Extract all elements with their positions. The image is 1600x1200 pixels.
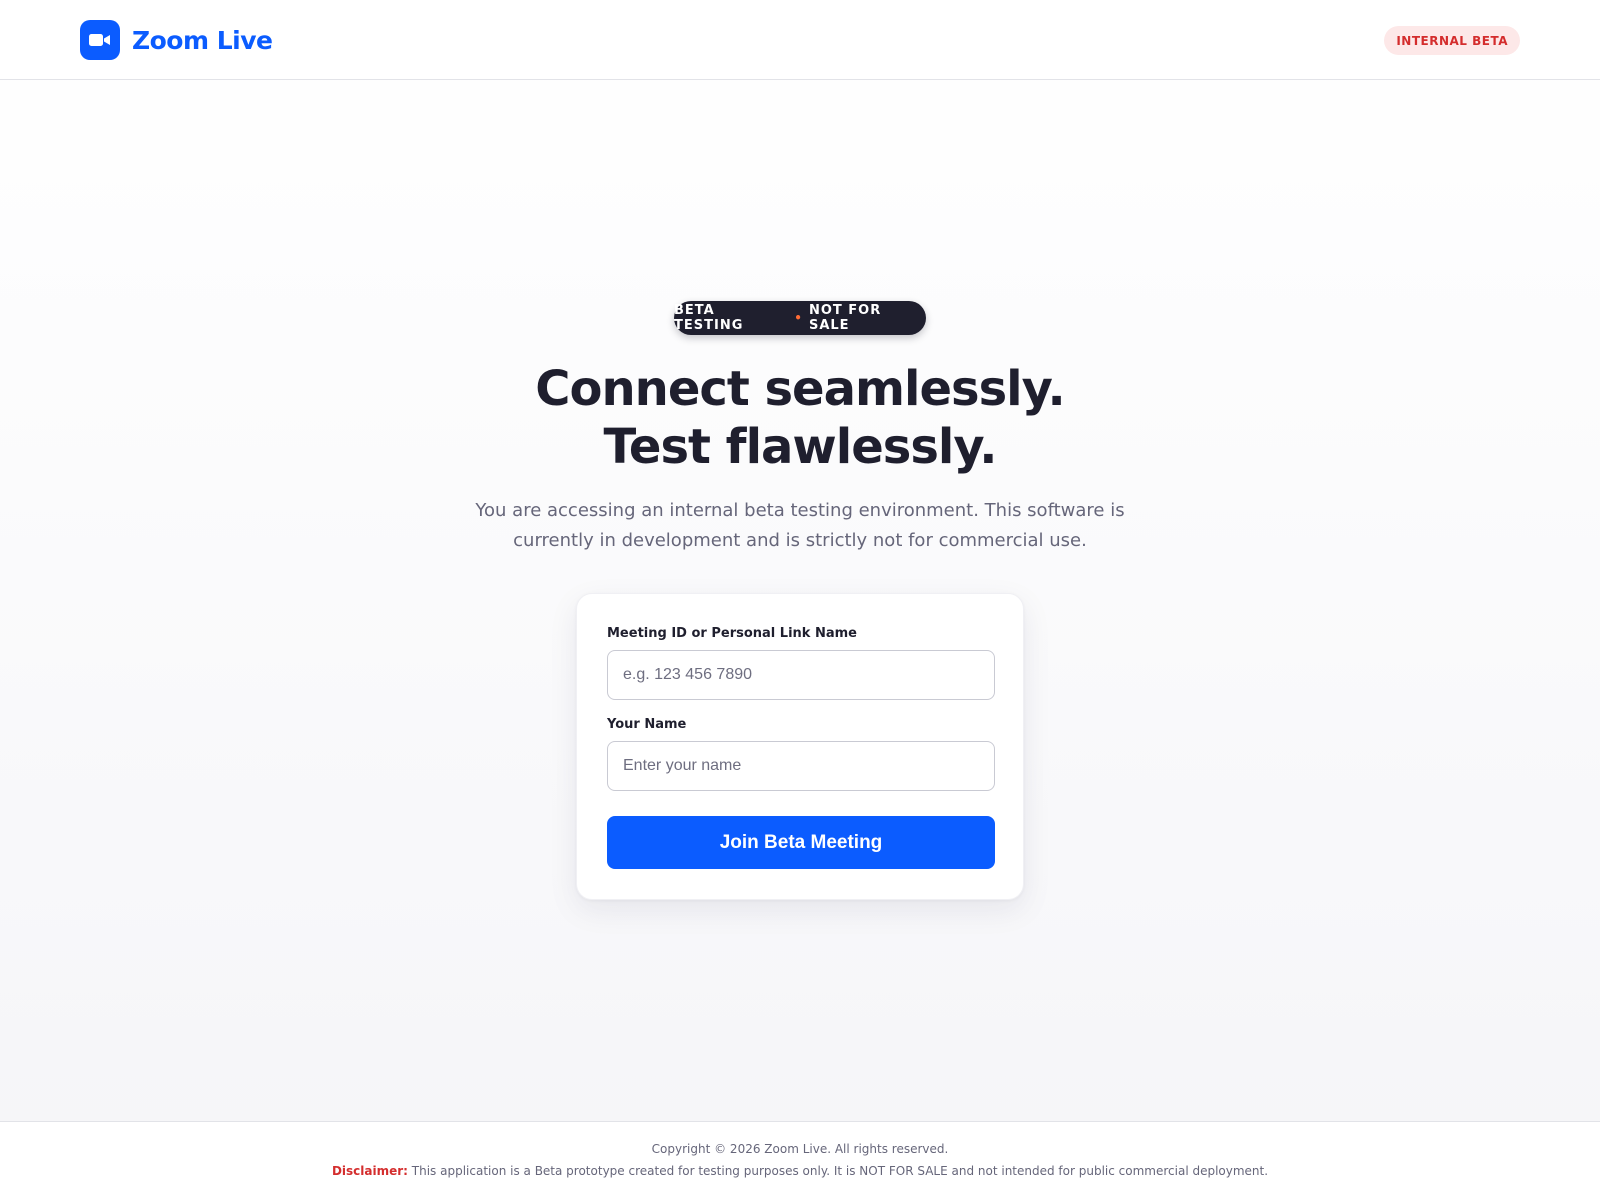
beta-status-pill: BETA TESTING • NOT FOR SALE <box>674 301 926 335</box>
subtitle-line-2: currently in development and is strictly… <box>513 530 1087 551</box>
headline-line-2: Test flawlessly. <box>603 419 998 475</box>
not-for-sale-label: NOT FOR SALE <box>808 303 882 333</box>
brand-logo[interactable]: Zoom Live <box>80 20 273 60</box>
disclaimer-label: Disclaimer: <box>331 1164 408 1178</box>
internal-beta-badge: INTERNAL BETA <box>1384 26 1520 55</box>
disclaimer-text: This application is a Beta prototype cre… <box>411 1164 1269 1178</box>
brand-name: Zoom Live <box>132 25 273 55</box>
your-name-label: Your Name <box>607 717 687 732</box>
page-footer: Copyright © 2026 Zoom Live. All rights r… <box>0 1121 1600 1200</box>
video-camera-icon <box>80 20 120 60</box>
beta-testing-label: BETA TESTING <box>674 303 744 333</box>
headline-line-1: Connect seamlessly. <box>535 361 1065 417</box>
page-subtitle: You are accessing an internal beta testi… <box>460 496 1140 556</box>
subtitle-line-1: You are accessing an internal beta testi… <box>475 500 1125 521</box>
join-meeting-card: Meeting ID or Personal Link Name Your Na… <box>576 593 1024 900</box>
top-header: Zoom Live INTERNAL BETA <box>0 0 1600 80</box>
separator-dot-icon: • <box>794 311 803 325</box>
copyright-text: Copyright © 2026 Zoom Live. All rights r… <box>651 1142 949 1156</box>
meeting-id-label: Meeting ID or Personal Link Name <box>607 626 857 641</box>
page-headline: Connect seamlessly. Test flawlessly. <box>300 360 1300 476</box>
meeting-id-input[interactable] <box>607 650 995 700</box>
disclaimer: Disclaimer: This application is a Beta p… <box>0 1164 1600 1178</box>
join-beta-meeting-button[interactable]: Join Beta Meeting <box>607 816 995 869</box>
your-name-input[interactable] <box>607 741 995 791</box>
